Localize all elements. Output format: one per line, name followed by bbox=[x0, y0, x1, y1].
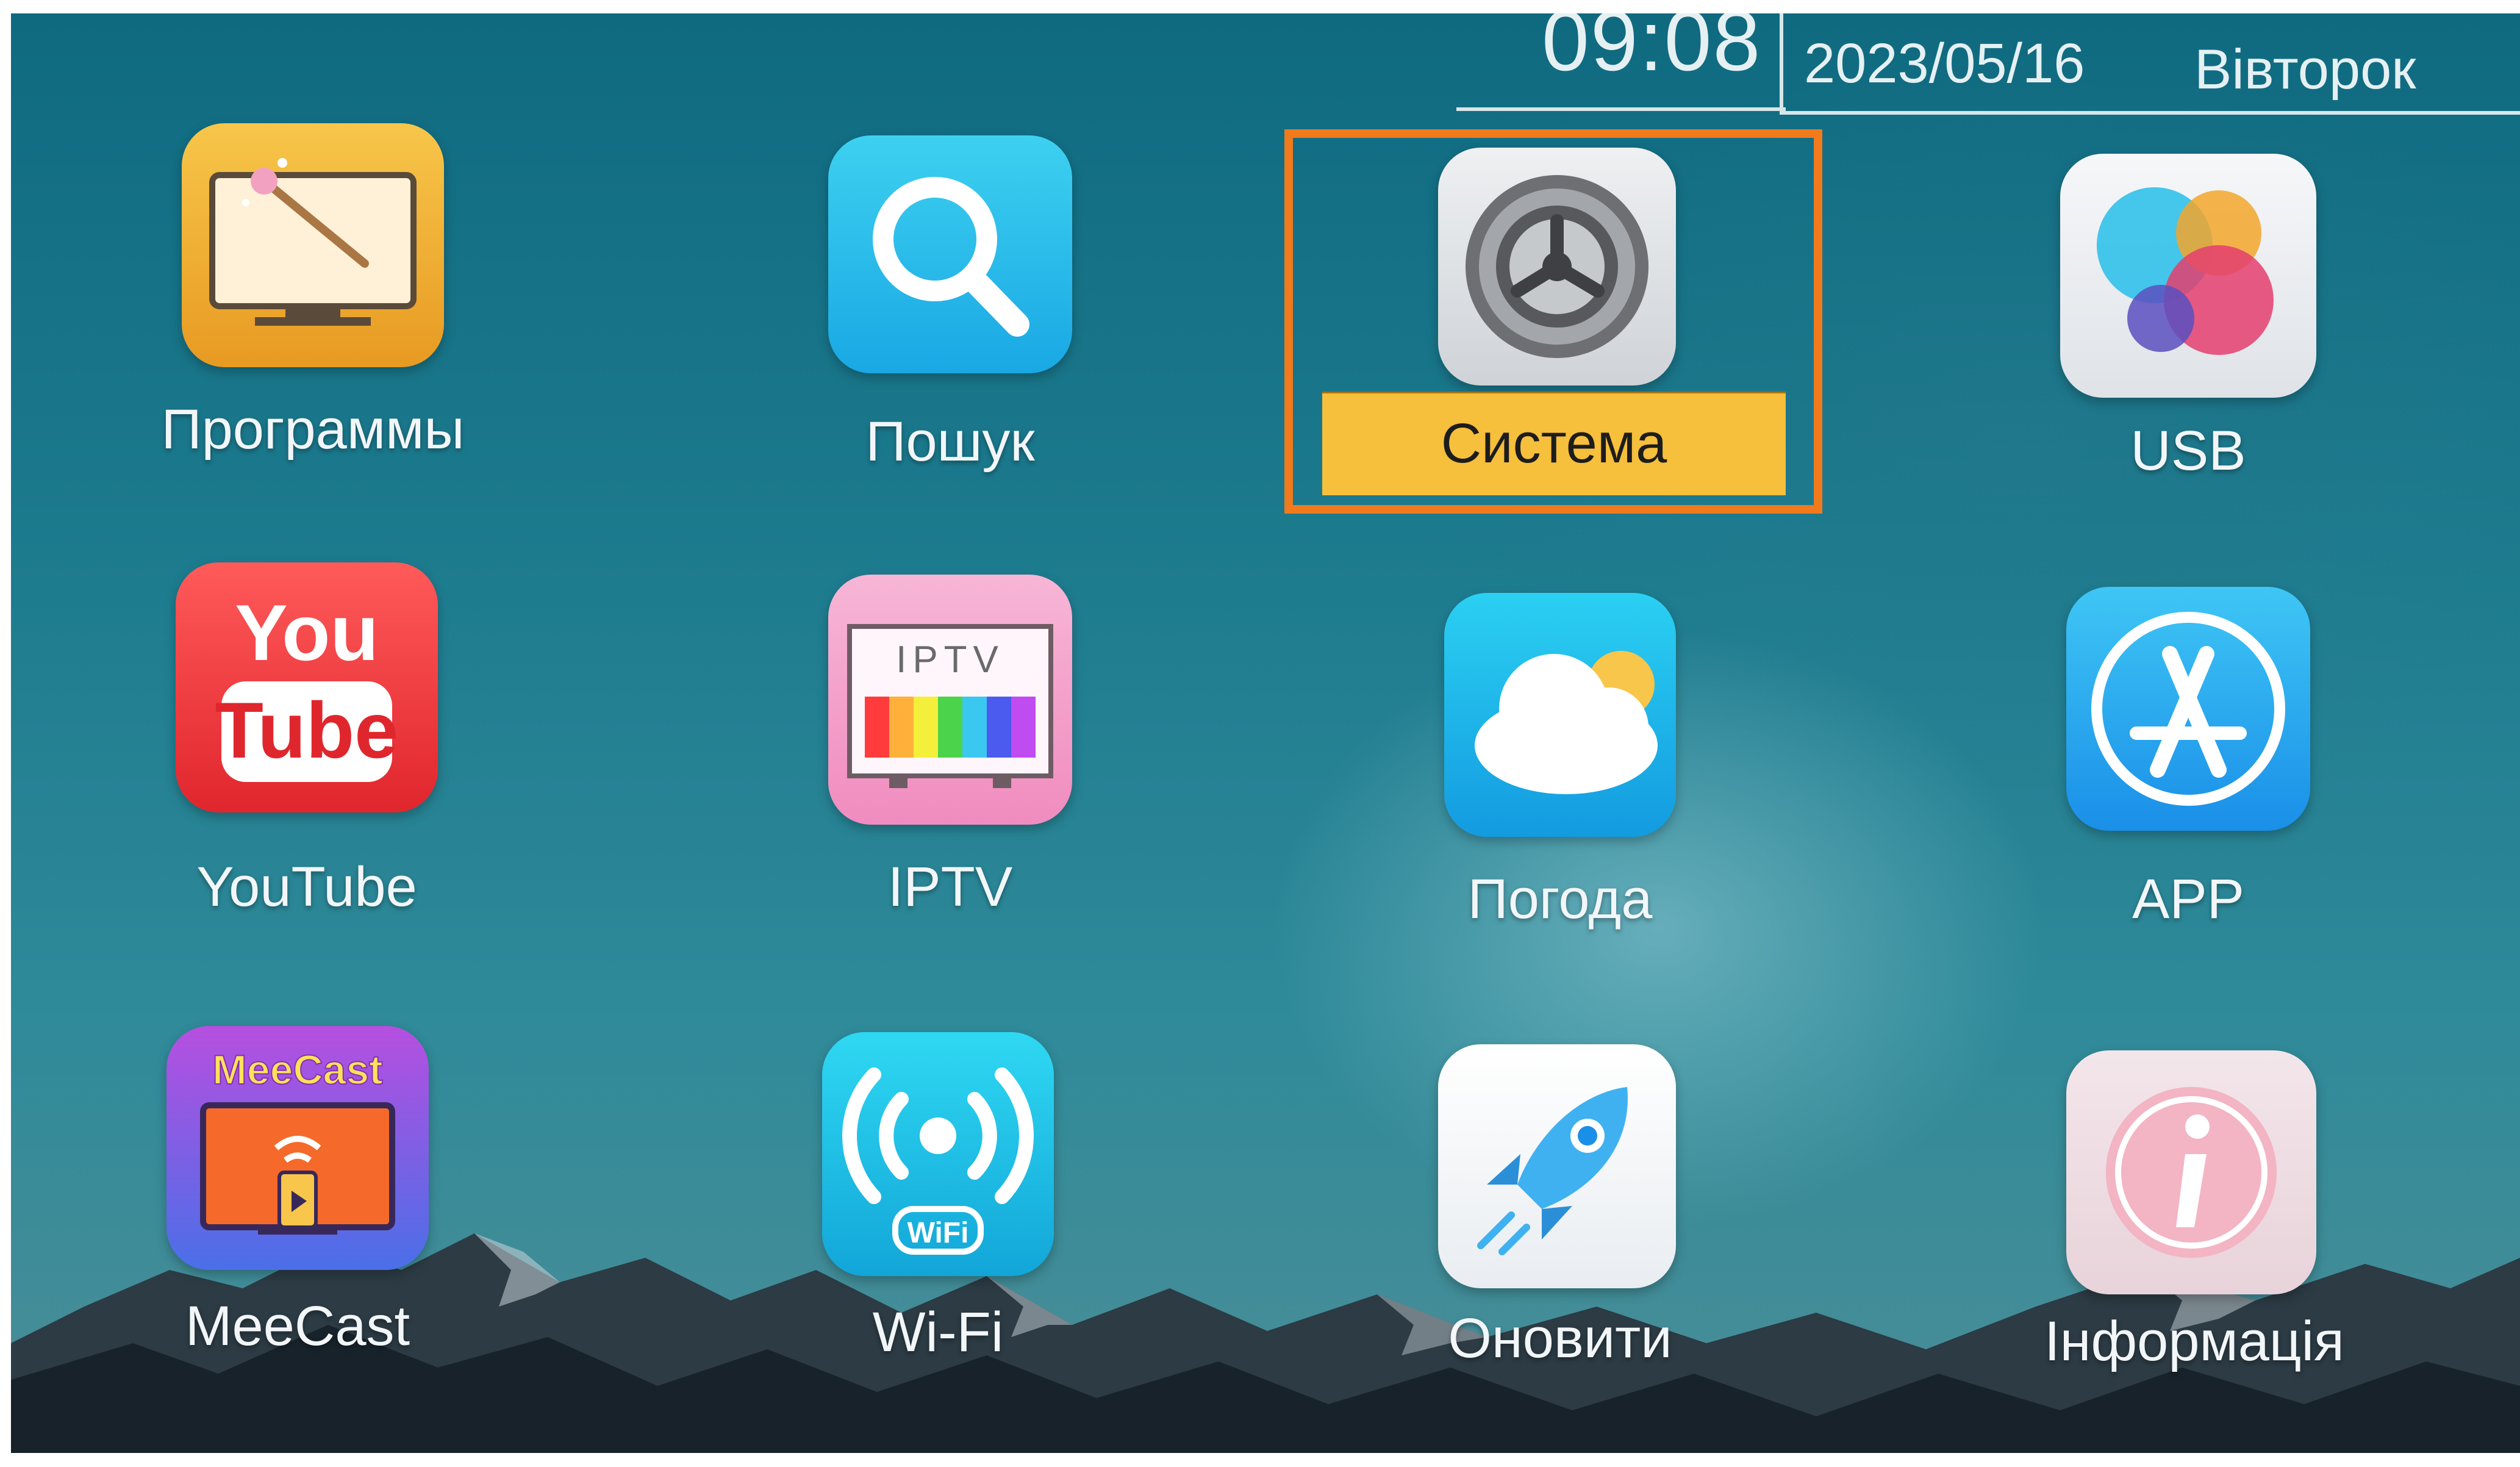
tile-label-programs: Программы bbox=[161, 398, 465, 461]
iptv-icon-text: IPTV bbox=[896, 639, 1004, 681]
youtube-icon: You Tube bbox=[176, 562, 438, 812]
tile-label-youtube: YouTube bbox=[196, 856, 417, 918]
youtube-icon-text-top: You bbox=[235, 588, 379, 677]
tile-label-meecast: MeeCast bbox=[185, 1295, 410, 1357]
weather-cloud-icon bbox=[1444, 593, 1676, 837]
youtube-icon-text-bottom: Tube bbox=[215, 686, 399, 775]
iptv-icon: IPTV bbox=[828, 575, 1072, 825]
usb-bubbles-icon bbox=[2060, 154, 2316, 398]
tile-label-iptv: IPTV bbox=[887, 856, 1013, 918]
info-icon bbox=[2066, 1050, 2316, 1294]
clock: 09:08 bbox=[1542, 13, 1762, 88]
rocket-update-icon bbox=[1438, 1044, 1676, 1288]
meecast-icon-text: MeeCast bbox=[212, 1047, 383, 1093]
tile-label-app: APP bbox=[2132, 868, 2245, 930]
tile-label-usb: USB bbox=[2130, 420, 2246, 482]
weekday: Вівторок bbox=[2194, 38, 2416, 101]
app-store-icon bbox=[2066, 587, 2310, 831]
tile-label-info: Інформація bbox=[2044, 1310, 2344, 1372]
tile-label-search: Пошук bbox=[865, 411, 1035, 473]
tile-label-weather: Погода bbox=[1467, 868, 1653, 930]
meecast-icon: MeeCast bbox=[166, 1026, 429, 1270]
tv-home-screen: 09:08 2023/05/16 Вівторок Программы Пошу… bbox=[11, 13, 2520, 1453]
date: 2023/05/16 bbox=[1804, 32, 2085, 95]
wifi-icon-text: WiFi bbox=[907, 1217, 969, 1249]
tv-wizard-icon bbox=[182, 123, 444, 367]
tile-label-system[interactable]: Система bbox=[1322, 392, 1786, 495]
tile-label-wifi: Wi-Fi bbox=[872, 1301, 1004, 1363]
tile-label-update: Оновити bbox=[1448, 1307, 1672, 1369]
wifi-icon: WiFi bbox=[822, 1032, 1054, 1276]
header-underline bbox=[1456, 107, 1786, 111]
search-icon bbox=[828, 135, 1072, 373]
